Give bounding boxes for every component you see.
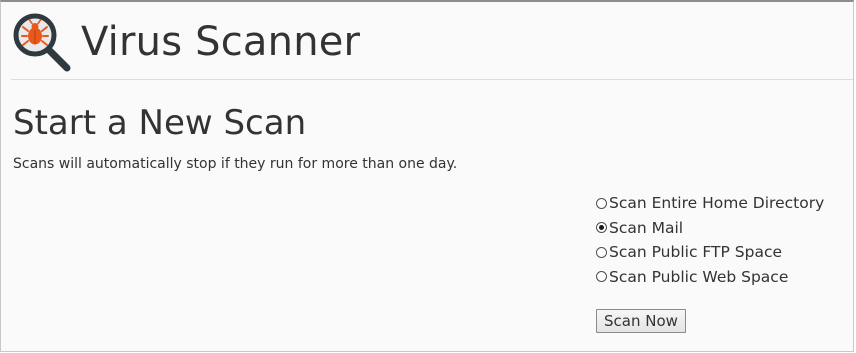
section-title: Start a New Scan bbox=[13, 103, 307, 143]
scan-now-button[interactable]: Scan Now bbox=[596, 309, 686, 333]
page-header: Virus Scanner bbox=[11, 12, 360, 72]
option-label: Scan Public Web Space bbox=[609, 267, 789, 286]
option-label: Scan Mail bbox=[609, 218, 684, 237]
radio-scan-ftp[interactable] bbox=[596, 246, 607, 258]
option-label: Scan Public FTP Space bbox=[609, 243, 783, 262]
header-divider bbox=[11, 79, 853, 80]
virus-scanner-icon bbox=[13, 13, 71, 72]
page-title: Virus Scanner bbox=[81, 19, 361, 65]
option-scan-ftp[interactable]: Scan Public FTP Space bbox=[596, 240, 824, 265]
scan-notice: Scans will automatically stop if they ru… bbox=[13, 156, 458, 172]
radio-scan-mail[interactable] bbox=[596, 222, 607, 234]
option-scan-home[interactable]: Scan Entire Home Directory bbox=[596, 191, 824, 216]
option-label: Scan Entire Home Directory bbox=[609, 194, 825, 213]
scan-options: Scan Entire Home Directory Scan Mail Sca… bbox=[596, 191, 824, 289]
option-scan-web[interactable]: Scan Public Web Space bbox=[596, 265, 824, 290]
page-frame: Virus Scanner Start a New Scan Scans wil… bbox=[0, 0, 854, 352]
radio-scan-home[interactable] bbox=[596, 197, 607, 209]
option-scan-mail[interactable]: Scan Mail bbox=[596, 216, 824, 241]
radio-scan-web[interactable] bbox=[596, 271, 607, 283]
